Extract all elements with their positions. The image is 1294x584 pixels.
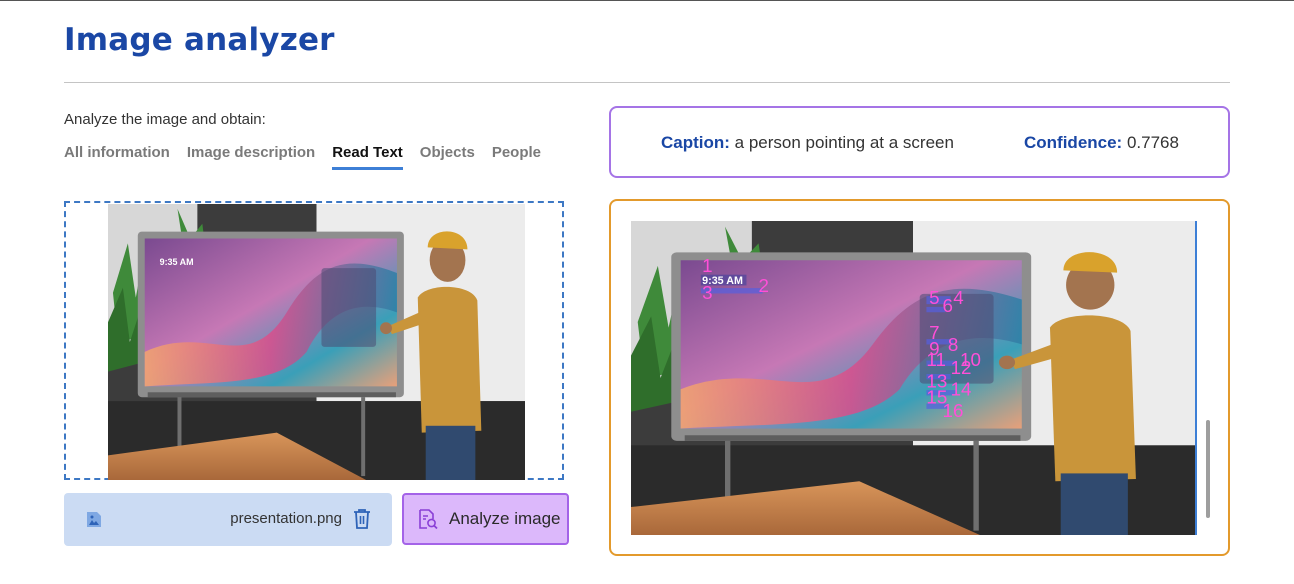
ocr-region-number: 1 <box>702 255 712 276</box>
analysis-prompt: Analyze the image and obtain: <box>64 111 266 128</box>
ocr-region-number: 14 <box>951 378 972 399</box>
ocr-region-number: 4 <box>953 287 963 308</box>
top-rule <box>0 0 1294 1</box>
uploaded-image-preview: 9:35 AM <box>108 204 525 480</box>
image-dropzone[interactable]: 9:35 AM <box>64 201 564 480</box>
selected-file-bar: presentation.png <box>64 493 392 546</box>
analysis-tabs: All information Image description Read T… <box>64 144 541 170</box>
tab-read-text[interactable]: Read Text <box>332 144 403 170</box>
scrollbar-thumb[interactable] <box>1206 420 1210 518</box>
ocr-region-number: 11 <box>926 349 946 370</box>
image-frame-edge <box>1195 221 1197 535</box>
header-divider <box>64 82 1230 83</box>
ocr-region-number: 2 <box>759 275 769 296</box>
confidence-value: 0.7768 <box>1126 133 1179 152</box>
ocr-annotated-image: 9:35 AM 1 2 3 4 5 6 7 8 9 10 11 12 13 14 15 16 <box>631 221 1195 535</box>
screen-clock-text: 9:35 AM <box>160 257 194 267</box>
tab-image-description[interactable]: Image description <box>187 144 315 170</box>
analyze-image-button[interactable]: Analyze image <box>402 493 569 545</box>
ocr-region-number: 8 <box>948 334 958 355</box>
caption-panel: Caption: a person pointing at a screen C… <box>609 106 1230 178</box>
file-name: presentation.png <box>230 510 342 527</box>
analyze-image-label: Analyze image <box>449 509 561 528</box>
confidence-key: Confidence: <box>1024 133 1123 152</box>
caption-line: Caption: a person pointing at a screen <box>661 133 954 153</box>
image-file-icon <box>87 512 101 527</box>
confidence-line: Confidence: 0.7768 <box>1024 133 1179 153</box>
trash-icon[interactable] <box>352 508 372 530</box>
document-search-icon <box>419 509 438 530</box>
ocr-result-panel: 9:35 AM 1 2 3 4 5 6 7 8 9 10 11 12 13 14 15 16 <box>609 199 1230 556</box>
caption-key: Caption: <box>661 133 730 152</box>
tab-people[interactable]: People <box>492 144 541 170</box>
ocr-region-number: 6 <box>943 295 953 316</box>
tab-all-information[interactable]: All information <box>64 144 170 170</box>
ocr-region-number: 16 <box>943 400 964 421</box>
caption-value: a person pointing at a screen <box>734 133 954 152</box>
ocr-region-number: 5 <box>929 287 939 308</box>
ocr-region-number: 3 <box>702 282 712 303</box>
page-title: Image analyzer <box>64 22 335 58</box>
tab-objects[interactable]: Objects <box>420 144 475 170</box>
ocr-region-number: 12 <box>951 357 972 378</box>
